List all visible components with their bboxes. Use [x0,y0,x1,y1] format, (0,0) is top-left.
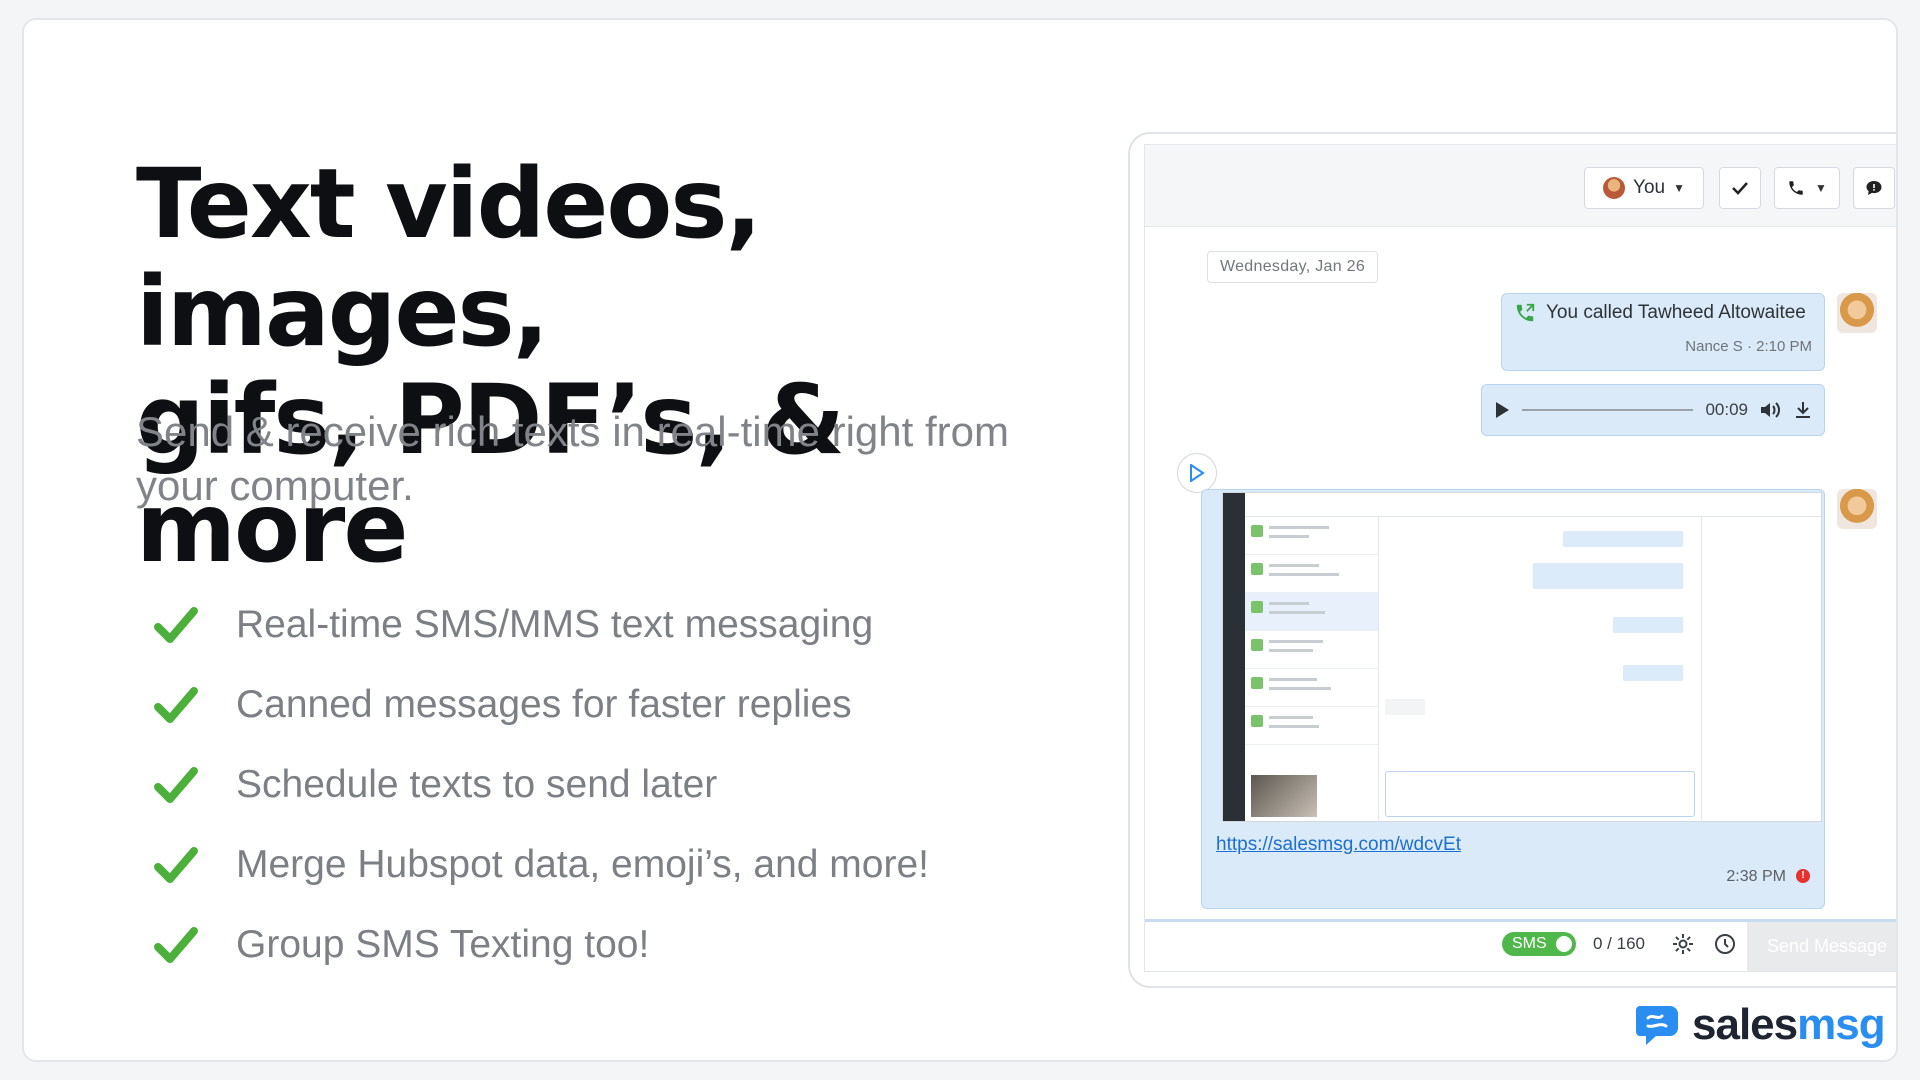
call-log-meta: Nance S · 2:10 PM [1685,338,1812,355]
audio-progress-track[interactable] [1522,409,1694,411]
feature-item: Schedule texts to send later [154,745,929,825]
feature-label: Schedule texts to send later [236,763,718,806]
brand-name-part-1: sales [1692,1000,1798,1049]
media-link[interactable]: https://salesmsg.com/wdcvEt [1216,834,1461,856]
message-thread[interactable]: Wednesday, Jan 26 You called Tawheed Alt… [1145,227,1896,909]
headline-line-1: Text videos, images, [136,148,762,368]
user-avatar [1603,177,1626,199]
play-icon[interactable] [1494,401,1510,419]
call-button[interactable]: ▼ [1774,167,1840,209]
assignee-label: You [1633,177,1666,198]
brand-name-part-2: msg [1797,1000,1885,1049]
error-icon: ! [1796,869,1810,883]
assignee-dropdown[interactable]: You ▼ [1584,167,1704,209]
toggle-knob [1556,936,1572,952]
feature-item: Group SMS Texting too! [154,905,929,985]
checkmark-icon [154,927,198,963]
feature-item: Canned messages for faster replies [154,665,929,745]
attachment-app-header [1245,493,1821,517]
checkmark-icon [154,687,198,723]
notes-button[interactable] [1853,167,1895,209]
promo-card: Text videos, images, gifs, PDF’s, & more… [22,18,1898,1062]
media-message: https://salesmsg.com/wdcvEt 2:38 PM ! [1201,489,1825,909]
chevron-down-icon: ▼ [1673,181,1685,195]
checkmark-icon [154,607,198,643]
feature-item: Real-time SMS/MMS text messaging [154,585,929,665]
volume-icon[interactable] [1760,401,1782,419]
screenshot-attachment[interactable] [1222,492,1822,822]
date-divider: Wednesday, Jan 26 [1207,251,1379,283]
checkmark-icon [154,847,198,883]
sender-avatar [1837,489,1877,529]
app-mockup: You ▼ ▼ Wednesday, Jan 26 You called Taw… [1128,132,1896,988]
attachment-conversation [1379,517,1701,821]
resolve-button[interactable] [1719,167,1761,209]
character-counter: 0 / 160 [1593,934,1645,953]
check-icon [1732,182,1748,195]
download-icon[interactable] [1794,401,1812,419]
phone-icon [1789,181,1803,195]
audio-duration: 00:09 [1705,400,1748,419]
salesmsg-logo-icon [1636,1006,1678,1045]
checkmark-icon [154,767,198,803]
subheadline: Send & receive rich texts in real-time r… [136,408,1009,509]
sms-toggle-label: SMS [1512,935,1547,952]
call-log-text: You called Tawheed Altowaitee [1546,302,1806,323]
audio-player: 00:09 [1481,384,1825,436]
phone-outgoing-icon [1516,303,1535,322]
call-log-message: You called Tawheed Altowaitee Nance S · … [1501,293,1825,371]
attachment-video-thumbnail [1251,775,1317,817]
feature-item: Merge Hubspot data, emoji’s, and more! [154,825,929,905]
feature-label: Real-time SMS/MMS text messaging [236,603,874,646]
video-play-button[interactable] [1177,453,1217,493]
attachment-app-rail [1223,493,1245,821]
feature-list: Real-time SMS/MMS text messaging Canned … [154,585,929,985]
send-message-button[interactable]: Send Message [1747,922,1896,971]
message-timestamp: 2:38 PM [1726,868,1786,885]
feature-label: Group SMS Texting too! [236,923,650,966]
headline: Text videos, images, gifs, PDF’s, & more [136,150,1136,582]
message-composer[interactable]: SMS 0 / 160 Send Message [1145,919,1896,971]
play-outline-icon [1190,464,1205,482]
conversation-toolbar: You ▼ ▼ [1145,145,1896,227]
clock-icon[interactable] [1713,932,1737,956]
gear-icon[interactable] [1671,932,1695,956]
feature-label: Merge Hubspot data, emoji’s, and more! [236,843,929,886]
feature-label: Canned messages for faster replies [236,683,852,726]
chevron-down-icon: ▼ [1815,181,1827,195]
attachment-contact-sidebar [1701,517,1821,821]
sender-avatar [1837,293,1877,333]
chat-bubble-icon [1866,181,1882,195]
sms-toggle[interactable]: SMS [1502,932,1576,956]
conversation-panel: You ▼ ▼ Wednesday, Jan 26 You called Taw… [1144,144,1896,972]
brand-logo: salesmsg [1634,1000,1886,1050]
